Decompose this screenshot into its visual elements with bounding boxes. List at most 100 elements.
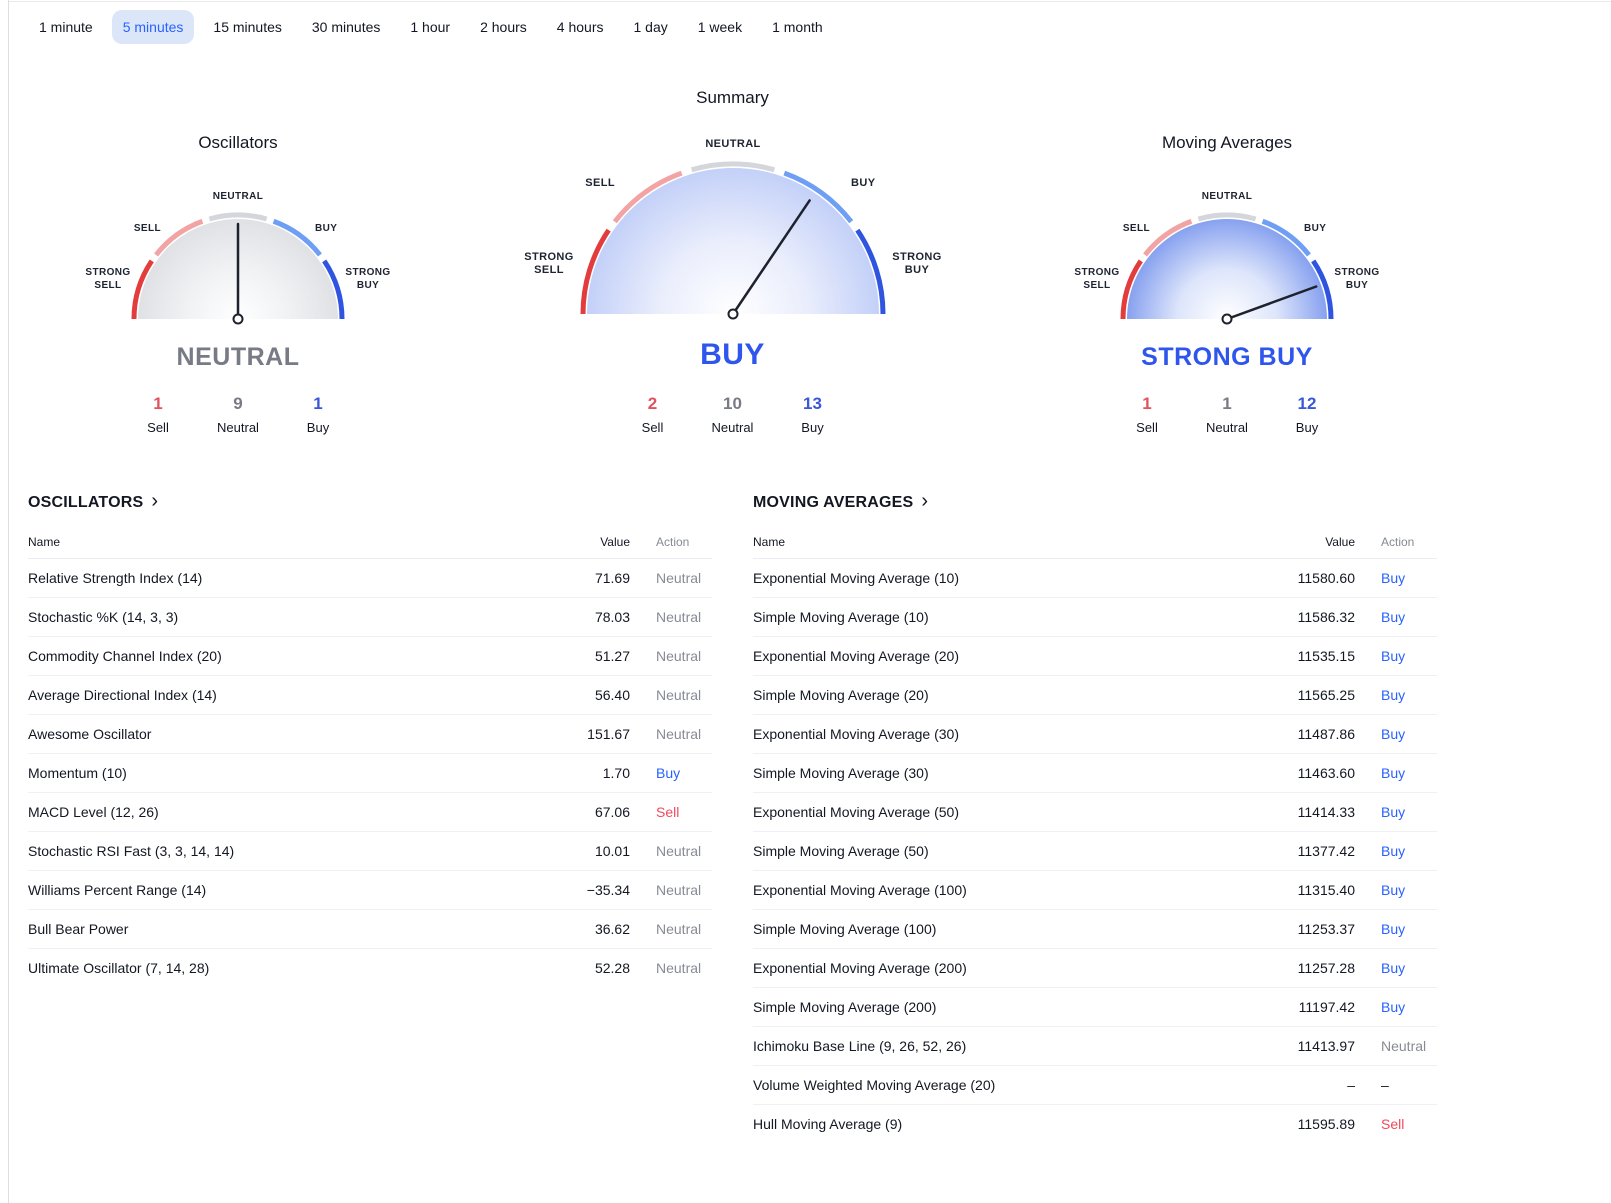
indicator-name: Simple Moving Average (50): [753, 843, 929, 859]
indicator-name: MACD Level (12, 26): [28, 804, 159, 820]
neutral-count: 1 Neutral: [1193, 394, 1261, 435]
indicator-action: Buy: [1381, 648, 1406, 664]
interval-tab-15-minutes[interactable]: 15 minutes: [202, 10, 292, 44]
column-header-value: Value: [1325, 535, 1355, 549]
moving-averages-table-heading[interactable]: MOVING AVERAGES ›: [753, 491, 1437, 513]
neutral-count-value: 10: [723, 394, 742, 413]
indicator-name: Simple Moving Average (200): [753, 999, 937, 1015]
table-row: Simple Moving Average (20) 11565.25 Buy: [753, 676, 1437, 715]
table-row: Ichimoku Base Line (9, 26, 52, 26) 11413.…: [753, 1027, 1437, 1066]
sell-count-value: 1: [153, 394, 163, 413]
indicator-name: Stochastic %K (14, 3, 3): [28, 609, 179, 625]
sell-count-value: 2: [647, 394, 658, 413]
indicator-action: Sell: [656, 804, 680, 820]
interval-tab-1-week[interactable]: 1 week: [687, 10, 753, 44]
table-row: Volume Weighted Moving Average (20) – –: [753, 1066, 1437, 1105]
interval-tab-1-month[interactable]: 1 month: [761, 10, 834, 44]
indicator-action: Buy: [1381, 609, 1406, 625]
column-header-name: Name: [753, 535, 786, 549]
indicator-action: –: [1381, 1077, 1389, 1093]
table-row: Stochastic %K (14, 3, 3) 78.03 Neutral: [28, 598, 712, 637]
indicator-action: Buy: [656, 765, 681, 781]
indicator-name: Bull Bear Power: [28, 921, 129, 937]
left-edge-divider: [8, 0, 9, 1203]
table-header-row: Name Value Action: [753, 525, 1437, 559]
gauge-label-strong-sell: SELL: [94, 280, 121, 291]
indicator-name: Ultimate Oscillator (7, 14, 28): [28, 960, 210, 976]
interval-tab-1-hour[interactable]: 1 hour: [399, 10, 461, 44]
moving-averages-gauge: NEUTRAL SELL BUY STRONG SELL STRONG BUY: [1062, 165, 1392, 335]
indicator-action: Neutral: [1381, 1038, 1427, 1054]
table-row: Awesome Oscillator 151.67 Neutral: [28, 715, 712, 754]
table-row: Williams Percent Range (14) −35.34 Neutral: [28, 871, 712, 910]
indicator-action: Buy: [1381, 882, 1406, 898]
table-row: Exponential Moving Average (50) 11414.33 B…: [753, 793, 1437, 832]
moving-averages-gauge-section: Moving Averages NEUTRAL SELL BUY STRONG SELL…: [1017, 133, 1437, 437]
indicator-value: 36.62: [594, 921, 630, 937]
gauge-label-strong-sell: STRONG: [1074, 267, 1119, 278]
indicator-name: Simple Moving Average (30): [753, 765, 929, 781]
indicator-name: Average Directional Index (14): [28, 687, 217, 703]
interval-tab-1-minute[interactable]: 1 minute: [28, 10, 104, 44]
interval-tab-2-hours[interactable]: 2 hours: [469, 10, 538, 44]
table-row: Hull Moving Average (9) 11595.89 Sell: [753, 1105, 1437, 1143]
table-row: Simple Moving Average (10) 11586.32 Buy: [753, 598, 1437, 637]
gauge-status-summary: BUY: [700, 338, 765, 371]
table-row: Ultimate Oscillator (7, 14, 28) 52.28 Neut…: [28, 949, 712, 987]
neutral-count-label: Neutral: [217, 420, 259, 435]
oscillators-table-heading[interactable]: OSCILLATORS ›: [28, 491, 712, 513]
summary-gauge: NEUTRAL SELL BUY STRONG SELL STRONG BUY: [493, 120, 973, 330]
table-row: Exponential Moving Average (10) 11580.60 B…: [753, 559, 1437, 598]
gauge-label-sell: SELL: [134, 223, 161, 234]
indicator-value: −35.34: [586, 882, 630, 898]
neutral-count: 9 Neutral: [204, 394, 272, 435]
indicator-value: 67.06: [594, 804, 630, 820]
indicator-name: Commodity Channel Index (20): [28, 648, 222, 664]
indicator-value: 11463.60: [1297, 765, 1355, 781]
oscillators-gauge-section: Oscillators NEUTRAL SELL BUY STRONG SELL STRO…: [28, 133, 448, 437]
indicator-name: Relative Strength Index (14): [28, 570, 203, 586]
neutral-count-label: Neutral: [711, 420, 754, 435]
table-row: Exponential Moving Average (30) 11487.86 B…: [753, 715, 1437, 754]
interval-tab-5-minutes[interactable]: 5 minutes: [111, 10, 195, 44]
table-row: Average Directional Index (14) 56.40 Neutr…: [28, 676, 712, 715]
gauge-segment-neutral: [208, 212, 268, 222]
gauge-label-strong-sell: STRONG: [524, 251, 573, 263]
gauge-counts-oscillators: 1 Sell 9 Neutral 1 Buy: [124, 394, 352, 435]
buy-count-label: Buy: [801, 420, 824, 435]
gauge-segment-neutral: [1197, 212, 1257, 222]
table-row: Relative Strength Index (14) 71.69 Neutral: [28, 559, 712, 598]
interval-tab-30-minutes[interactable]: 30 minutes: [301, 10, 391, 44]
indicator-name: Exponential Moving Average (100): [753, 882, 967, 898]
indicator-value: 11413.97: [1297, 1038, 1355, 1054]
table-row: Simple Moving Average (50) 11377.42 Buy: [753, 832, 1437, 871]
indicator-action: Neutral: [656, 648, 702, 664]
table-row: Bull Bear Power 36.62 Neutral: [28, 910, 712, 949]
indicator-action: Buy: [1381, 687, 1406, 703]
interval-tab-4-hours[interactable]: 4 hours: [546, 10, 615, 44]
moving-averages-heading-text: MOVING AVERAGES: [753, 494, 914, 511]
gauge-label-strong-buy: BUY: [904, 264, 929, 276]
gauge-label-neutral: NEUTRAL: [705, 138, 760, 150]
gauge-pivot: [727, 308, 738, 320]
indicator-action: Neutral: [656, 609, 702, 625]
indicator-name: Simple Moving Average (100): [753, 921, 937, 937]
gauge-label-buy: BUY: [851, 177, 876, 189]
table-row: Exponential Moving Average (20) 11535.15 B…: [753, 637, 1437, 676]
table-row: MACD Level (12, 26) 67.06 Sell: [28, 793, 712, 832]
oscillators-table-body: Relative Strength Index (14) 71.69 Neutral…: [28, 559, 712, 987]
sell-count-label: Sell: [147, 420, 169, 435]
oscillators-table: OSCILLATORS › Name Value Action Relative…: [28, 491, 712, 1143]
indicator-value: 11535.15: [1297, 648, 1355, 664]
sell-count: 2 Sell: [619, 394, 687, 435]
indicator-value: 11487.86: [1297, 726, 1355, 742]
indicator-value: 1.70: [602, 765, 630, 781]
indicator-action: Neutral: [656, 687, 702, 703]
technical-analysis-widget: 1 minute 5 minutes 15 minutes 30 minutes 1 h…: [0, 0, 1437, 1143]
gauge-label-buy: BUY: [315, 223, 337, 234]
buy-count-value: 13: [803, 394, 822, 413]
gauge-label-strong-sell: STRONG: [85, 267, 130, 278]
gauge-status-oscillators: NEUTRAL: [176, 343, 300, 371]
indicator-value: 11595.89: [1297, 1116, 1355, 1132]
interval-tab-1-day[interactable]: 1 day: [622, 10, 678, 44]
